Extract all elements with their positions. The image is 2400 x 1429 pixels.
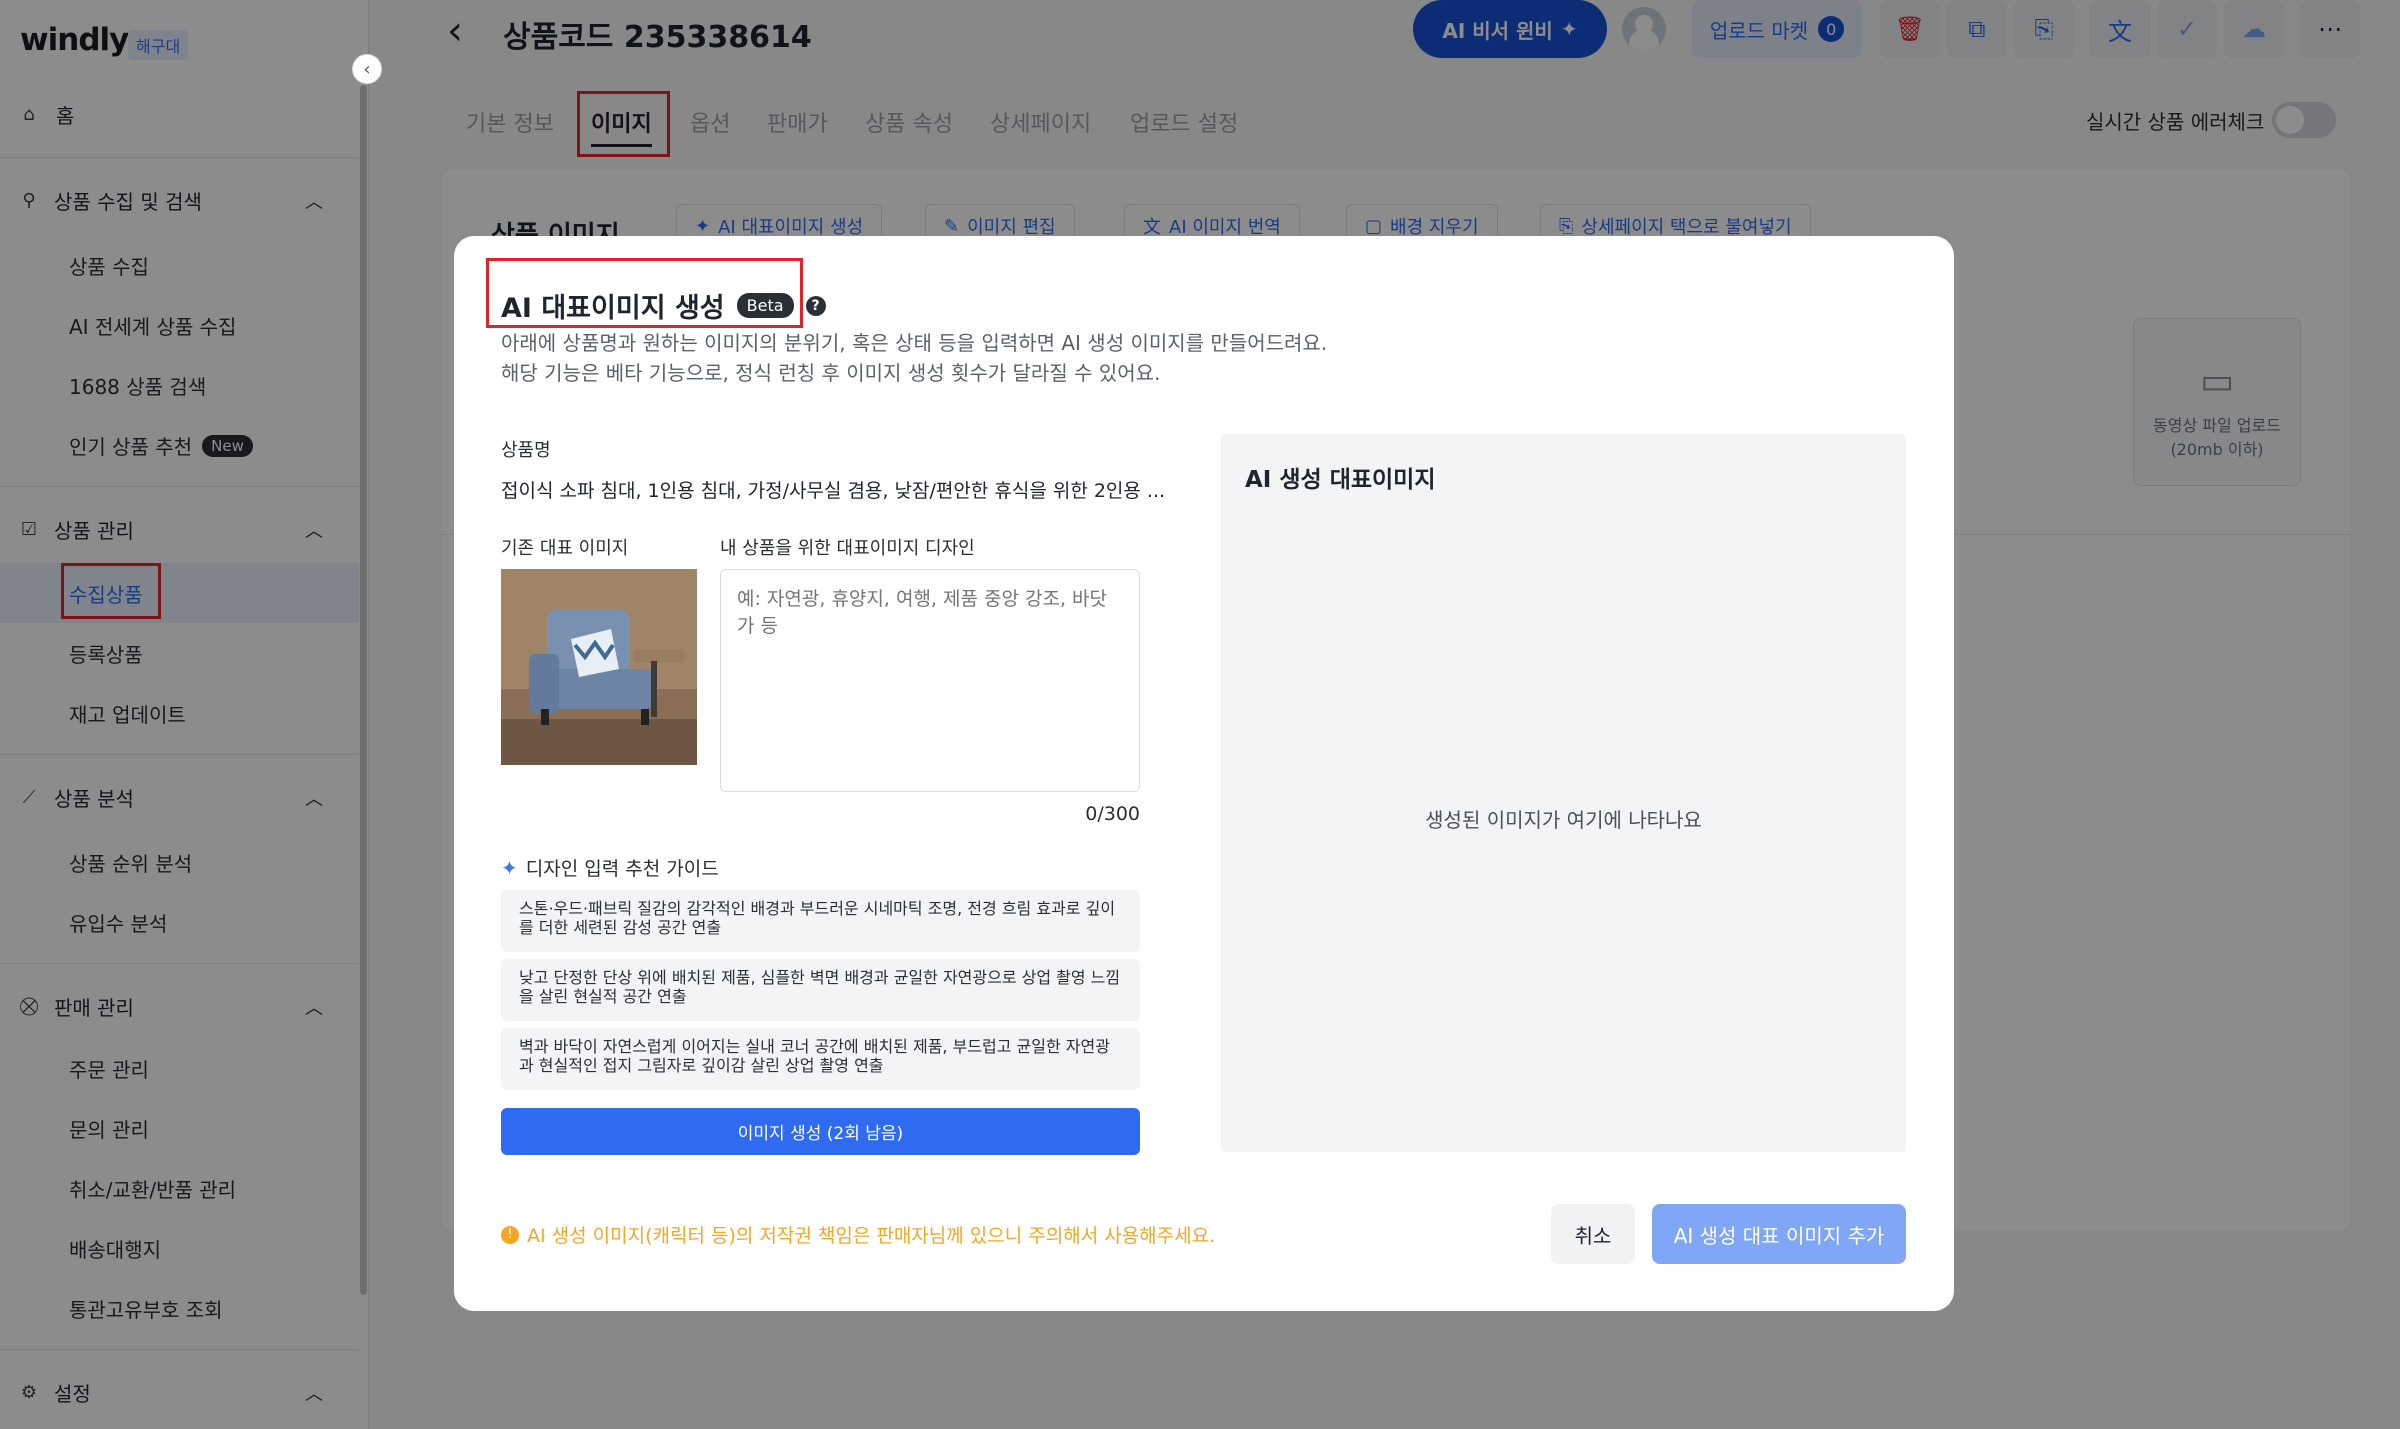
existing-main-image [501,569,697,765]
ai-result-title: AI 생성 대표이미지 [1245,467,1436,493]
cancel-button[interactable]: 취소 [1551,1204,1635,1264]
ai-result-panel: AI 생성 대표이미지 생성된 이미지가 여기에 나타나요 [1221,434,1906,1152]
help-icon[interactable]: ? [805,295,826,316]
description-line: 아래에 상품명과 원하는 이미지의 분위기, 혹은 상태 등을 입력하면 AI … [501,331,1328,355]
generate-image-button[interactable]: 이미지 생성 (2회 남음) [501,1108,1140,1155]
product-name-value: 접이식 소파 침대, 1인용 침대, 가정/사무실 겸용, 낮잠/편안한 휴식을… [501,480,1166,502]
add-ai-image-button[interactable]: AI 생성 대표 이미지 추가 [1652,1204,1906,1264]
ai-result-empty-text: 생성된 이미지가 여기에 나타나요 [1425,808,1702,832]
guide-title: ✦ 디자인 입력 추천 가이드 [501,854,719,881]
product-name-label: 상품명 [501,440,551,461]
guide-title-text: 디자인 입력 추천 가이드 [525,858,719,880]
existing-image-label: 기존 대표 이미지 [501,538,629,559]
warning-text: AI 생성 이미지(캐릭터 등)의 저작권 책임은 판매자님께 있으니 주의해서… [527,1225,1216,1247]
description-line: 해당 기능은 베타 기능으로, 정식 런칭 후 이미지 생성 횟수가 달라질 수… [501,361,1161,385]
guide-suggestion[interactable]: 벽과 바닥이 자연스럽게 이어지는 실내 코너 공간에 배치된 제품, 부드럽고… [501,1028,1140,1090]
guide-suggestion[interactable]: 스톤·우드·패브릭 질감의 감각적인 배경과 부드러운 시네마틱 조명, 전경 … [501,890,1140,952]
char-counter: 0/300 [1085,803,1140,825]
collapse-sidebar-button[interactable]: ‹ [352,54,382,84]
ai-main-image-modal: AI 대표이미지 생성 Beta ? 아래에 상품명과 원하는 이미지의 분위기… [454,236,1954,1311]
sofa-chair-image [501,569,697,765]
sparkle-icon: ✦ [501,855,518,880]
design-prompt-input[interactable] [720,569,1140,792]
design-label: 내 상품을 위한 대표이미지 디자인 [720,538,975,559]
copyright-warning: ! AI 생성 이미지(캐릭터 등)의 저작권 책임은 판매자님께 있으니 주의… [501,1221,1215,1248]
modal-description: 아래에 상품명과 원하는 이미지의 분위기, 혹은 상태 등을 입력하면 AI … [501,328,1327,388]
chevron-left-icon: ‹ [363,58,371,80]
guide-suggestion[interactable]: 낮고 단정한 단상 위에 배치된 제품, 심플한 벽면 배경과 균일한 자연광으… [501,959,1140,1021]
highlight-box [486,258,803,328]
warning-icon: ! [501,1225,519,1244]
